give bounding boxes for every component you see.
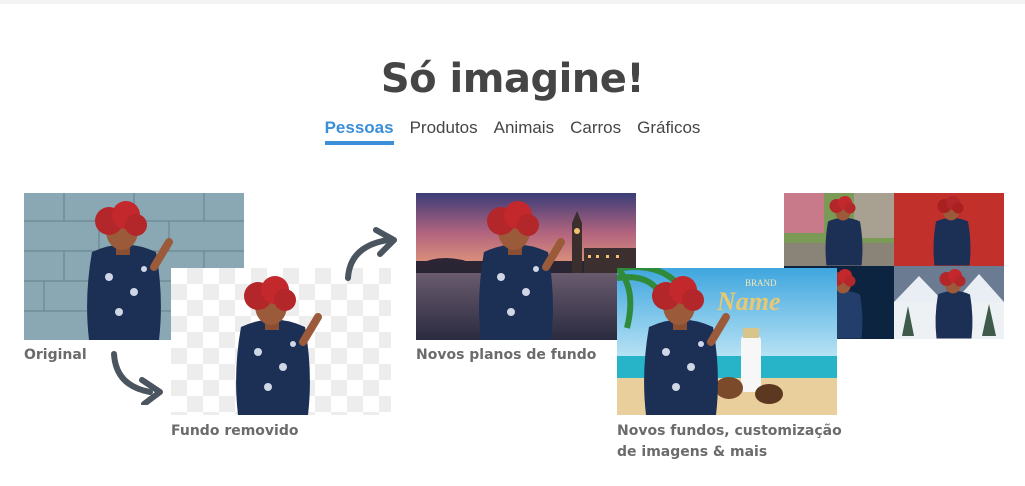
brand-name-label: Name — [716, 287, 781, 316]
tab-pessoas[interactable]: Pessoas — [324, 118, 394, 145]
grid-image-snow — [894, 266, 1004, 339]
caption-original: Original — [24, 347, 87, 363]
new-background-image — [416, 193, 636, 340]
caption-removed: Fundo removido — [171, 423, 299, 439]
removed-background-image — [171, 268, 391, 415]
street-background-art — [784, 193, 894, 266]
custom-beach-image: BRAND Name — [617, 268, 837, 415]
tab-produtos[interactable]: Produtos — [410, 118, 478, 145]
grid-image-street — [784, 193, 894, 266]
red-background-art — [933, 196, 971, 266]
curved-arrow-up-icon — [345, 227, 397, 281]
caption-new-backgrounds: Novos planos de fundo — [416, 347, 597, 363]
tab-carros[interactable]: Carros — [570, 118, 621, 145]
caption-custom-line1: Novos fundos, customização — [617, 423, 842, 439]
london-background-art — [416, 193, 636, 340]
snow-background-art — [894, 266, 1004, 339]
top-divider — [0, 0, 1025, 4]
removed-photo-art — [236, 276, 322, 415]
curved-arrow-down-icon — [111, 351, 163, 405]
page-title: Só imagine! — [380, 56, 645, 102]
grid-image-red — [894, 193, 1004, 266]
beach-background-art: BRAND Name — [617, 268, 837, 415]
category-tabs: Pessoas Produtos Animais Carros Gráficos — [0, 118, 1025, 145]
caption-custom-line2: de imagens & mais — [617, 444, 768, 460]
tab-graficos[interactable]: Gráficos — [637, 118, 700, 145]
tab-animais[interactable]: Animais — [494, 118, 554, 145]
